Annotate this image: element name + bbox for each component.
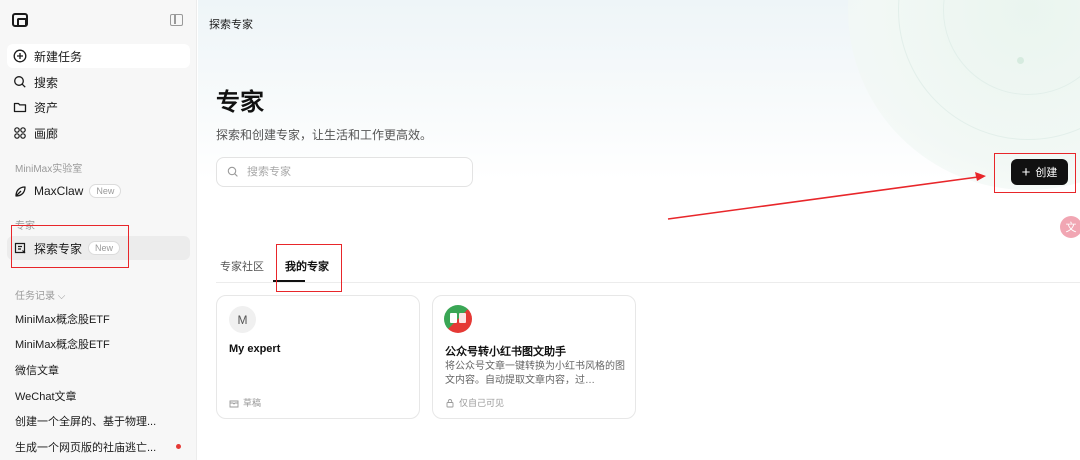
expert-search-box[interactable] (216, 157, 473, 187)
plus-circle-icon (13, 49, 27, 63)
lock-icon (446, 398, 454, 407)
folder-icon (13, 100, 27, 114)
sidebar-toggle-icon[interactable] (170, 14, 183, 26)
card-title: 公众号转小红书图文助手 (445, 346, 566, 358)
card-description: 将公众号文章一键转换为小红书风格的图文内容。自动提取文章内容，过… (445, 361, 625, 386)
grid-icon (13, 126, 27, 140)
history-item[interactable]: MiniMax概念股ETF (15, 336, 185, 352)
sidebar-item-assets[interactable]: 资产 (7, 95, 190, 119)
history-item[interactable]: 微信文章 (15, 362, 185, 378)
new-badge: New (89, 184, 122, 198)
sidebar-item-label: 搜索 (34, 75, 59, 90)
annotation-box-sidebar (11, 225, 129, 268)
breadcrumb: 探索专家 (209, 19, 253, 31)
sidebar-item-search[interactable]: 搜索 (7, 70, 190, 94)
avatar: M (229, 306, 256, 333)
sidebar-item-gallery[interactable]: 画廊 (7, 121, 190, 145)
draft-icon (229, 400, 239, 407)
card-status-label: 草稿 (243, 398, 262, 408)
history-item[interactable]: 生成一个网页版的社庙逃亡... (15, 439, 185, 455)
sidebar-item-label: 画廊 (34, 126, 59, 141)
new-task-button[interactable]: 新建任务 (7, 44, 190, 68)
unread-dot (176, 444, 181, 449)
main-content: 探索专家 专家 探索和创建专家，让生活和工作更高效。 + 创建 文 专家社区 我… (198, 0, 1080, 460)
leaf-icon (13, 184, 27, 198)
new-task-label: 新建任务 (34, 49, 83, 64)
search-icon (13, 75, 27, 89)
lab-section-label: MiniMax实验室 (15, 164, 83, 175)
decor-dot (1017, 57, 1024, 64)
expert-card[interactable]: M My expert 草稿 (216, 295, 420, 419)
sidebar-item-label: 资产 (34, 100, 59, 115)
history-item[interactable]: MiniMax概念股ETF (15, 311, 185, 327)
search-input[interactable] (247, 166, 447, 178)
history-item[interactable]: WeChat文章 (15, 388, 185, 404)
expert-avatar-icon (444, 305, 472, 333)
history-item[interactable]: 创建一个全屏的、基于物理... (15, 413, 185, 429)
tab-community[interactable]: 专家社区 (220, 258, 264, 274)
search-icon (227, 166, 238, 177)
card-status-label: 仅自己可见 (459, 398, 505, 408)
card-title: My expert (229, 343, 281, 355)
translate-icon[interactable]: 文 (1060, 216, 1080, 238)
history-section-label[interactable]: 任务记录 ⌵ (15, 287, 65, 302)
annotation-box-create (994, 153, 1076, 193)
card-status: 仅自己可见 (445, 396, 504, 409)
annotation-box-tab (276, 244, 342, 292)
card-status: 草稿 (229, 396, 261, 409)
sidebar-item-maxclaw[interactable]: MaxClaw New (7, 179, 190, 203)
expert-card[interactable]: 公众号转小红书图文助手 将公众号文章一键转换为小红书风格的图文内容。自动提取文章… (432, 295, 636, 419)
app-logo-icon[interactable] (12, 13, 28, 27)
sidebar-item-label: MaxClaw (34, 184, 84, 198)
expert-tabs: 专家社区 我的专家 (216, 250, 1080, 283)
page-title: 专家 (216, 89, 264, 116)
page-subtitle: 探索和创建专家，让生活和工作更高效。 (216, 128, 433, 142)
